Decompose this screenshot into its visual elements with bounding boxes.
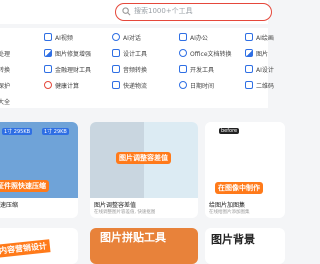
tool-icon [112,81,120,89]
tool-label: AI对话 [123,34,141,42]
tool-link-qrcode[interactable]: 二维码 [245,78,274,92]
card-collage[interactable]: 图片拼贴工具 [90,228,198,264]
tool-link-image-repair[interactable]: 图片修复增强 [44,46,91,60]
tool-link-ai-draw[interactable]: AI绘画 [245,30,274,44]
tool-label: 设计工具 [123,50,148,58]
tool-icon [245,49,253,57]
tool-icon [44,65,52,73]
tool-link-express[interactable]: 快递物流 [112,78,147,92]
tool-link-office-convert[interactable]: Office文档转换 [179,46,232,60]
more-cards: 内容营销设计 图片拼贴工具 图片背景 [0,228,285,264]
card-thumbnail: before 在图像中制作 [205,122,285,198]
tool-icon [44,33,52,41]
tool-link[interactable]: 大全 [0,94,10,108]
card-banner: 图片调整容差值 [116,152,171,164]
tool-link-health[interactable]: 健康计算 [44,78,79,92]
tool-label: 日期时间 [190,82,215,90]
tool-label: 图片修复增强 [55,50,92,58]
tool-label: 处理 [0,50,11,58]
tool-label: 健康计算 [55,82,80,90]
tool-label: Office文档转换 [190,50,232,58]
tool-link-design[interactable]: 设计工具 [112,46,147,60]
tool-label: 快递物流 [123,82,148,90]
tool-label: AI视频 [55,34,73,42]
size-tag: 1寸 295KB [2,128,33,135]
card-title: 给图片加图集 [209,202,246,209]
tool-label: AI绘画 [256,34,274,42]
before-label: before [219,128,240,134]
tool-link[interactable]: 保护 [0,78,10,92]
card-banner: 在图像中制作 [215,182,263,194]
size-tag: 1寸 29KB [42,128,69,135]
tool-icon [44,81,52,89]
tool-link[interactable]: 转换 [0,62,10,76]
tool-link-image[interactable]: 图片 [245,46,268,60]
tool-label: 大全 [0,98,11,106]
card-thumbnail: 1寸 295KB 1寸 29KB 证件照快速压缩 [0,122,78,198]
tool-label: 金融理财工具 [55,66,92,74]
tool-link-ai-design[interactable]: AI设计 [245,62,274,76]
card-headline: 图片背景 [211,233,255,246]
card-marketing[interactable]: 内容营销设计 [0,228,78,264]
tool-category-grid: AI视频 AI对话 AI办公 AI绘画 处理 图片修复增强 设计工具 Offic… [0,28,274,108]
tool-label: AI设计 [256,66,274,74]
search-icon [122,7,131,16]
search-placeholder: 搜索1000+个工具 [134,7,193,15]
card-headline: 图片拼贴工具 [100,231,166,244]
tool-link-ai-chat[interactable]: AI对话 [112,30,141,44]
tool-label: AI办公 [190,34,208,42]
tool-link-ai-office[interactable]: AI办公 [179,30,208,44]
card-image-effect[interactable]: before 在图像中制作 给图片加图集 在线给图片添加图集 [205,122,285,218]
card-id-photo-compress[interactable]: 1寸 295KB 1寸 29KB 证件照快速压缩 证速压缩 [0,122,78,218]
tool-link-finance[interactable]: 金融理财工具 [44,62,91,76]
tool-icon [44,49,52,57]
tool-label: 图片 [256,50,269,58]
tool-label: 开发工具 [190,66,215,74]
tool-icon [245,33,253,41]
card-subtitle: 在线调整图片容差值, 快速抠图 [94,210,156,215]
card-title: 图片调整容差值 [94,202,137,209]
tool-link-datetime[interactable]: 日期时间 [179,78,214,92]
tool-link[interactable]: 处理 [0,46,10,60]
tool-icon [179,81,187,89]
tool-icon [179,49,187,57]
tool-link-dev[interactable]: 开发工具 [179,62,214,76]
tool-icon [179,65,187,73]
tool-icon [112,49,120,57]
card-image-tolerance[interactable]: 图片调整容差值 图片调整容差值 在线调整图片容差值, 快速抠图 [90,122,198,218]
tool-icon [245,81,253,89]
tool-label: 二维码 [256,82,275,90]
tool-label: 音频转换 [123,66,148,74]
card-banner: 证件照快速压缩 [0,180,49,192]
tool-icon [179,33,187,41]
search-input[interactable]: 搜索1000+个工具 [115,3,272,21]
tool-label: 保护 [0,82,11,90]
tool-icon [112,33,120,41]
tool-icon [245,65,253,73]
tool-label: 转换 [0,66,11,74]
card-thumbnail: 图片调整容差值 [90,122,198,198]
card-banner: 内容营销设计 [0,239,51,258]
top-bar: 搜索1000+个工具 [0,0,272,24]
card-subtitle: 在线给图片添加图集 [209,210,250,215]
tool-icon [112,65,120,73]
card-title: 证速压缩 [0,202,19,209]
card-background[interactable]: 图片背景 [205,228,285,264]
tool-link-audio[interactable]: 音频转换 [112,62,147,76]
tool-link-ai-video[interactable]: AI视频 [44,30,73,44]
